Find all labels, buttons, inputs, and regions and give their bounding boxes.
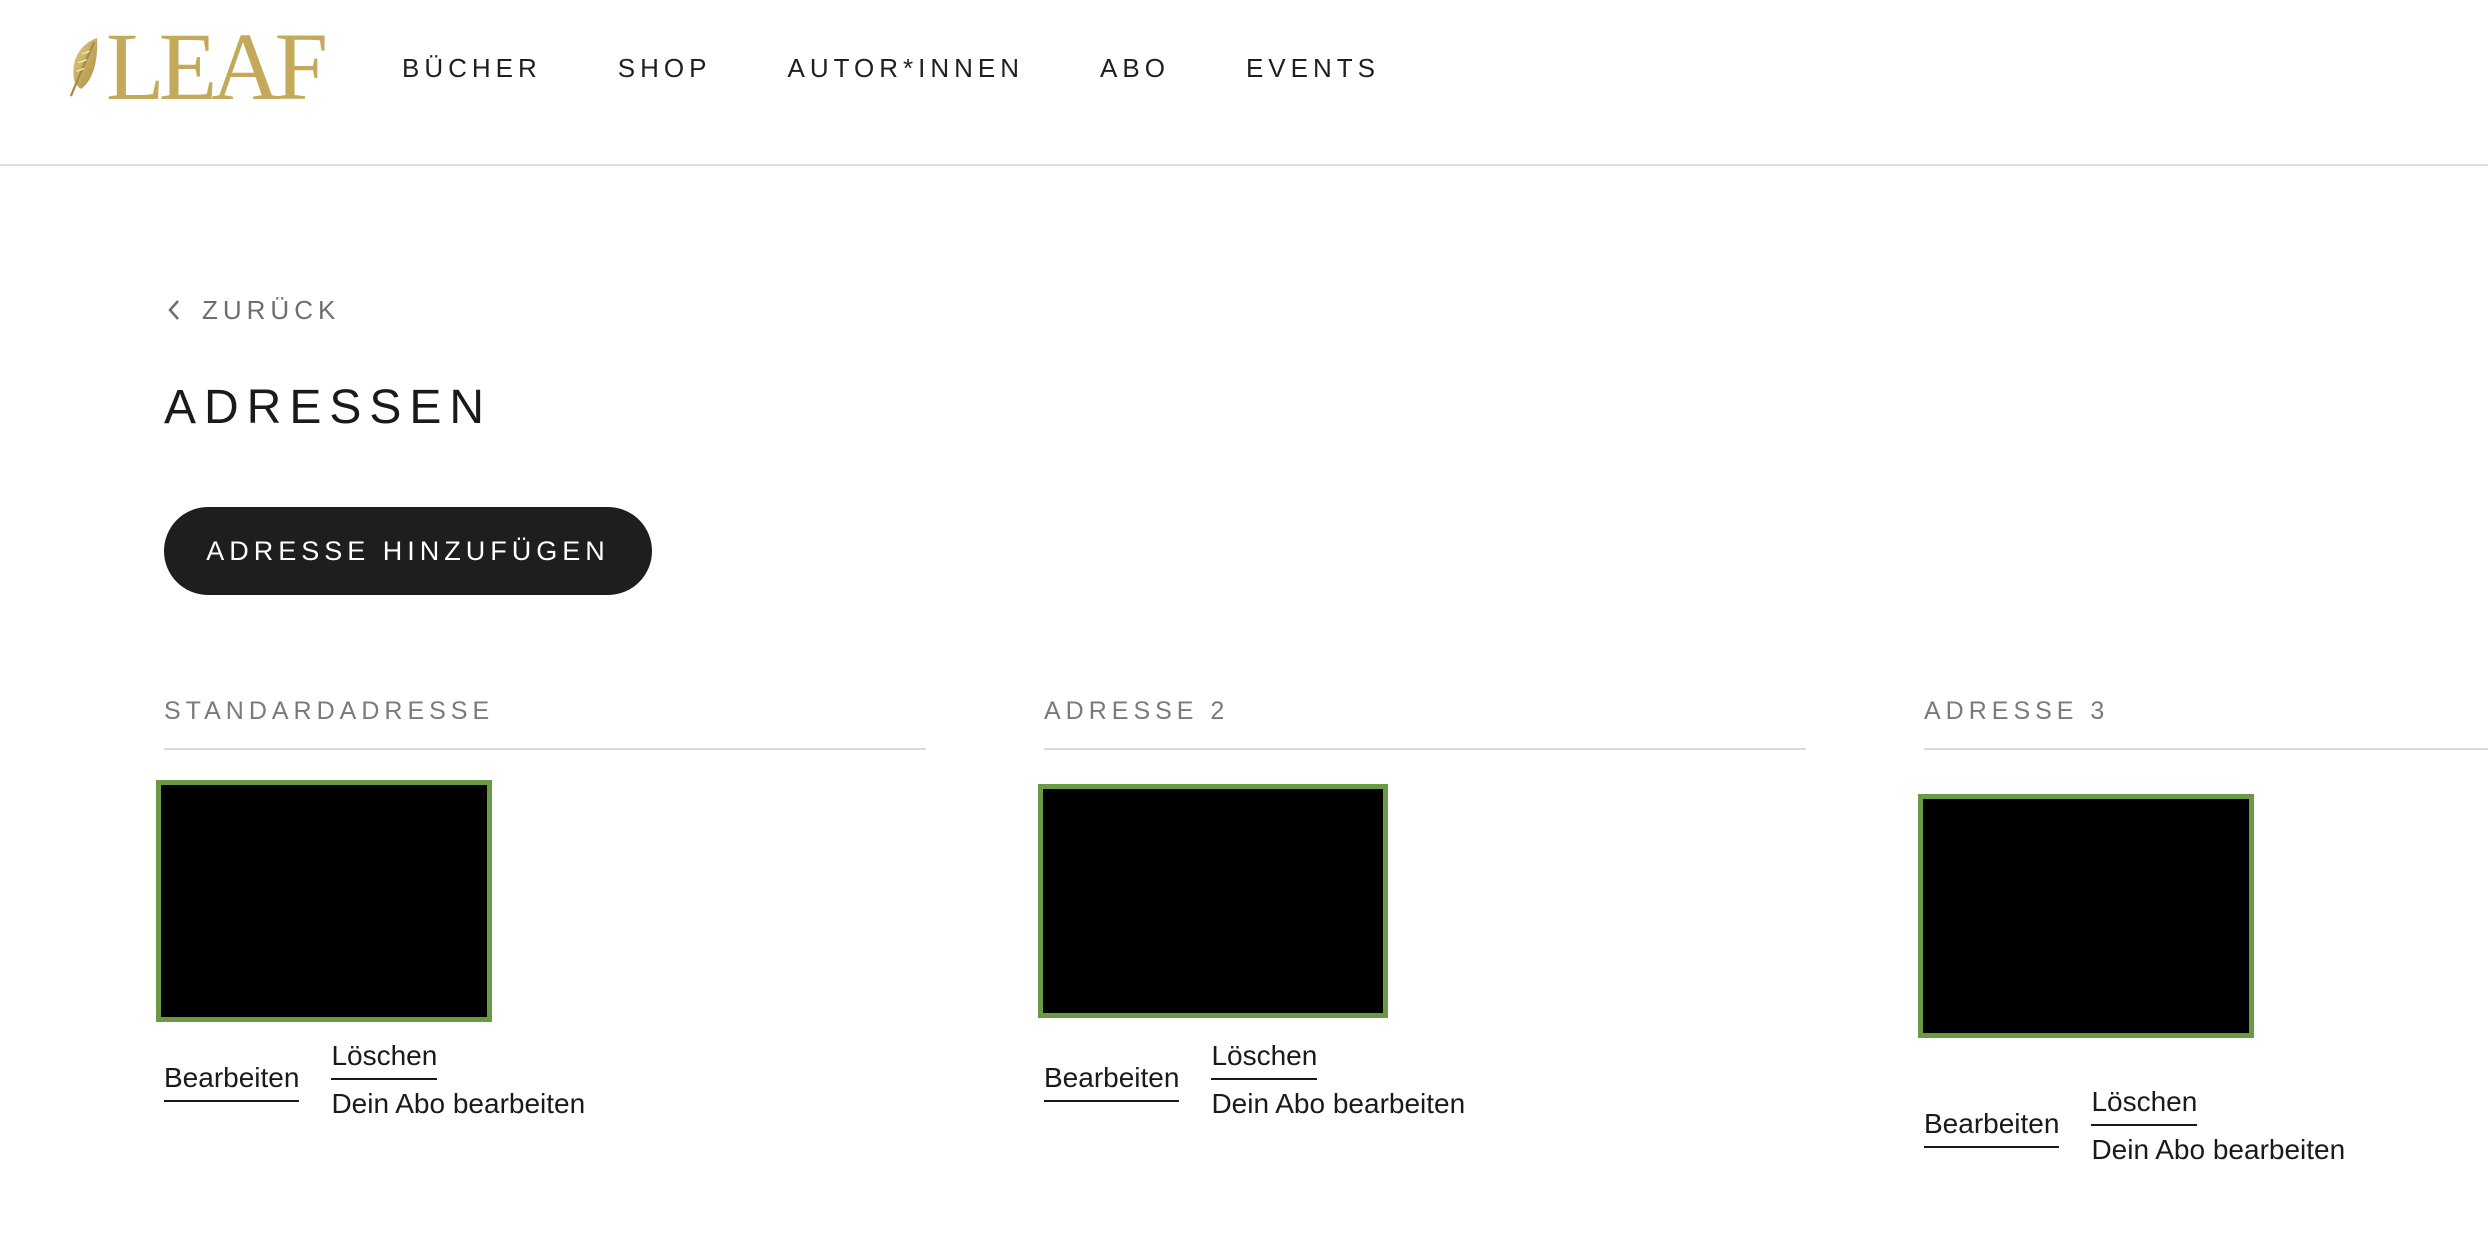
delete-link[interactable]: Löschen [2091,1084,2198,1126]
back-link[interactable]: ZURÜCK [164,290,340,330]
leaf-icon [69,37,98,97]
delete-link[interactable]: Löschen [1211,1038,1318,1080]
delete-link[interactable]: Löschen [331,1038,438,1080]
edit-link[interactable]: Bearbeiten [164,1060,300,1102]
main-nav: BÜCHER SHOP AUTOR*INNEN ABO EVENTS [402,50,1456,86]
address-card-3: ADRESSE 3 Bearbeiten Löschen Dein Abo be… [1918,694,2488,1165]
address-card-2: ADRESSE 2 Bearbeiten Löschen Dein Abo be… [1038,694,1806,1119]
edit-subscription-link[interactable]: Dein Abo bearbeiten [2091,1132,2345,1168]
site-header: LEAF BÜCHER SHOP AUTOR*INNEN ABO EVENTS [0,0,2488,166]
card-actions: Bearbeiten Löschen Dein Abo bearbeiten [164,1038,585,1122]
edit-subscription-link[interactable]: Dein Abo bearbeiten [331,1086,585,1122]
logo-wordmark: LEAF [106,13,328,120]
leaf-logo[interactable]: LEAF [68,13,328,120]
card-actions-right: Löschen Dein Abo bearbeiten [1211,1038,1465,1122]
card-actions: Bearbeiten Löschen Dein Abo bearbeiten [1924,1084,2345,1168]
card-actions-right: Löschen Dein Abo bearbeiten [2091,1084,2345,1168]
edit-subscription-link[interactable]: Dein Abo bearbeiten [1211,1086,1465,1122]
card-heading: ADRESSE 2 [1044,694,1806,750]
address-card-standard: STANDARDADRESSE Bearbeiten Löschen Dein … [156,694,926,1119]
card-heading: ADRESSE 3 [1924,694,2488,750]
nav-item-autorinnen[interactable]: AUTOR*INNEN [787,53,1024,84]
nav-item-buecher[interactable]: BÜCHER [402,53,542,84]
nav-item-shop[interactable]: SHOP [618,53,712,84]
back-label: ZURÜCK [202,294,341,325]
card-heading: STANDARDADRESSE [164,694,926,750]
edit-link[interactable]: Bearbeiten [1924,1106,2060,1148]
card-actions: Bearbeiten Löschen Dein Abo bearbeiten [1044,1038,1465,1122]
nav-item-events[interactable]: EVENTS [1246,53,1380,84]
card-actions-right: Löschen Dein Abo bearbeiten [331,1038,585,1122]
redacted-address [1038,784,1388,1018]
redacted-address [156,780,492,1022]
redacted-address [1918,794,2254,1038]
edit-link[interactable]: Bearbeiten [1044,1060,1180,1102]
page-title: ADRESSEN [164,381,493,434]
add-address-button[interactable]: ADRESSE HINZUFÜGEN [164,507,652,595]
chevron-left-icon [168,300,179,320]
nav-item-abo[interactable]: ABO [1100,53,1170,84]
